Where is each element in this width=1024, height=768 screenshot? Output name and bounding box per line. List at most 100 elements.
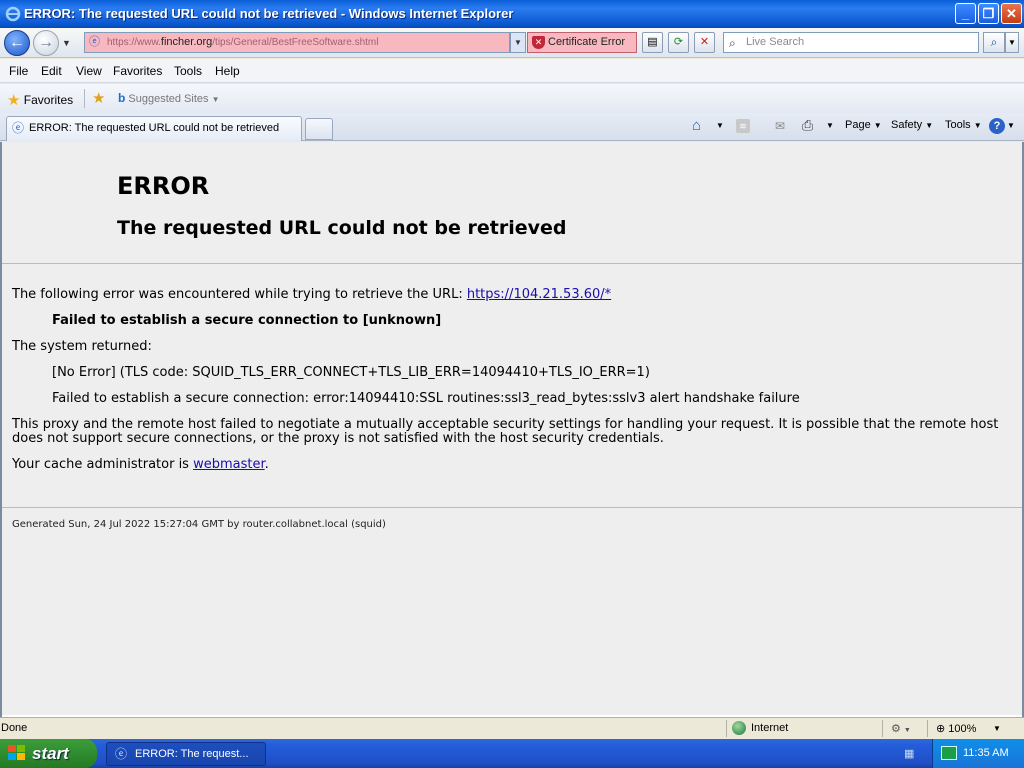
search-go-button[interactable]: ⌕	[983, 32, 1005, 53]
help-icon[interactable]: ?	[989, 118, 1005, 134]
menu-help[interactable]: Help	[215, 64, 240, 78]
forward-button[interactable]: →	[33, 30, 59, 56]
admin-text: Your cache administrator is	[12, 457, 194, 472]
restore-button[interactable]: ❐	[978, 3, 999, 24]
system-tray: 11:35 AM	[932, 739, 1024, 768]
footer-divider	[2, 507, 1022, 508]
zoom-button[interactable]: ⊕ 100%	[936, 722, 976, 735]
page-icon: ⓔ	[12, 121, 25, 135]
close-button[interactable]: ✕	[1001, 3, 1022, 24]
status-bar: Done Internet ⚙ ▼ ⊕ 100% ▼	[0, 717, 1024, 739]
minimize-button[interactable]: _	[955, 3, 976, 24]
menu-bar: File Edit View Favorites Tools Help	[0, 59, 1024, 83]
separator	[927, 720, 928, 737]
safety-menu-button[interactable]: Safety ▼	[891, 119, 933, 131]
system-returned-label: The system returned:	[12, 339, 152, 354]
page-menu-label: Page	[845, 119, 871, 131]
search-input[interactable]: ⌕ Live Search	[723, 32, 979, 53]
add-to-favorites-icon[interactable]: ★	[92, 89, 105, 107]
taskbar-item-label: ERROR: The request...	[135, 748, 249, 760]
new-tab-button[interactable]	[305, 118, 333, 140]
suggested-sites-label: Suggested Sites	[128, 93, 209, 105]
favorites-bar: ★ Favorites ★ b Suggested Sites ▼	[0, 84, 1024, 113]
suggested-sites-button[interactable]: b Suggested Sites ▼	[118, 91, 220, 105]
error-url-link[interactable]: https://104.21.53.60/*	[467, 287, 611, 302]
print-dropdown-icon[interactable]: ▼	[826, 119, 834, 131]
home-icon[interactable]: ⌂	[692, 117, 701, 134]
home-dropdown-icon[interactable]: ▼	[716, 119, 724, 131]
taskbar-item-ie[interactable]: ⓔ ERROR: The request...	[106, 742, 266, 766]
status-text: Done	[1, 722, 28, 734]
compatibility-view-button[interactable]: ▤	[642, 32, 663, 53]
error-heading: ERROR	[117, 172, 210, 200]
back-button[interactable]: ←	[4, 30, 30, 56]
admin-line: Your cache administrator is webmaster.	[12, 457, 269, 472]
tab-current[interactable]: ⓔ ERROR: The requested URL could not be …	[6, 116, 302, 141]
taskbar: start ⓔ ERROR: The request... ▦ 11:35 AM	[0, 739, 1024, 768]
address-row: ← → ▼ ⓔ https://www.fincher.org/tips/Gene…	[0, 28, 1024, 58]
favorites-button[interactable]: ★ Favorites	[7, 90, 74, 109]
globe-icon	[732, 721, 746, 735]
protected-mode-icon[interactable]: ⚙ ▼	[891, 722, 911, 735]
url-path: /tips/General/BestFreeSoftware.shtml	[212, 37, 379, 48]
stop-button[interactable]: ✕	[694, 32, 715, 53]
page-footer: Generated Sun, 24 Jul 2022 15:27:04 GMT …	[12, 519, 386, 530]
start-button[interactable]: start	[0, 739, 97, 768]
webmaster-link[interactable]: webmaster	[193, 457, 265, 472]
error-header: ERROR The requested URL could not be ret…	[2, 142, 1022, 264]
feeds-icon[interactable]: ≋	[736, 119, 750, 133]
error-page: ERROR The requested URL could not be ret…	[2, 142, 1022, 715]
print-icon[interactable]: ⎙	[802, 117, 813, 134]
history-dropdown-icon[interactable]: ▼	[62, 38, 71, 48]
refresh-button[interactable]: ⟳	[668, 32, 689, 53]
menu-view[interactable]: View	[76, 64, 102, 78]
separator	[726, 720, 727, 737]
mail-icon[interactable]: ✉	[775, 119, 785, 133]
ie-logo-icon	[5, 6, 21, 22]
title-bar: ERROR: The requested URL could not be re…	[0, 0, 1024, 28]
star-icon: ★	[7, 92, 21, 109]
page-icon: ⓔ	[89, 36, 100, 48]
page-viewport: ERROR The requested URL could not be ret…	[0, 142, 1024, 717]
address-input[interactable]: ⓔ https://www.fincher.org/tips/General/Be…	[84, 32, 510, 53]
windows-logo-icon	[8, 745, 25, 760]
window-title: ERROR: The requested URL could not be re…	[24, 6, 514, 21]
zoom-level: 100%	[948, 723, 977, 735]
chevron-down-icon: ▼	[211, 95, 220, 104]
certificate-error-label: Certificate Error	[548, 36, 626, 48]
menu-edit[interactable]: Edit	[41, 64, 62, 78]
menu-file[interactable]: File	[9, 64, 28, 78]
favorites-label: Favorites	[23, 93, 74, 107]
search-options-button[interactable]: ▼	[1005, 32, 1019, 53]
keyboard-icon[interactable]: ▦	[904, 747, 914, 760]
tools-menu-label: Tools	[945, 119, 971, 131]
certificate-error-button[interactable]: ✕ Certificate Error	[527, 32, 637, 53]
separator	[84, 89, 85, 108]
safety-menu-label: Safety	[891, 119, 923, 131]
start-label: start	[32, 744, 69, 763]
url-domain: fincher.org	[160, 36, 213, 48]
menu-tools[interactable]: Tools	[174, 64, 202, 78]
network-icon[interactable]	[941, 746, 957, 760]
error-intro: The following error was encountered whil…	[12, 287, 611, 302]
zoom-dropdown-icon[interactable]: ▼	[993, 724, 1001, 733]
bing-icon: b	[118, 91, 126, 105]
intro-text: The following error was encountered whil…	[12, 287, 467, 302]
clock[interactable]: 11:35 AM	[963, 747, 1009, 759]
error-subheading: The requested URL could not be retrieved	[117, 217, 567, 239]
error-message: Failed to establish a secure connection …	[52, 313, 442, 328]
help-dropdown-icon[interactable]: ▼	[1007, 119, 1015, 131]
address-dropdown-button[interactable]: ▼	[510, 32, 526, 53]
security-zone[interactable]: Internet	[751, 722, 788, 734]
search-placeholder: Live Search	[746, 36, 805, 48]
tls-code: [No Error] (TLS code: SQUID_TLS_ERR_CONN…	[52, 365, 650, 380]
error-explanation: This proxy and the remote host failed to…	[12, 417, 999, 446]
url-prefix: https://www.	[107, 37, 161, 48]
search-icon: ⌕	[729, 36, 736, 50]
ie-icon: ⓔ	[115, 747, 128, 761]
page-menu-button[interactable]: Page ▼	[845, 119, 882, 131]
shield-error-icon: ✕	[532, 36, 545, 49]
menu-favorites[interactable]: Favorites	[113, 64, 162, 78]
tools-menu-button[interactable]: Tools ▼	[945, 119, 982, 131]
tab-label: ERROR: The requested URL could not be re…	[29, 122, 280, 134]
